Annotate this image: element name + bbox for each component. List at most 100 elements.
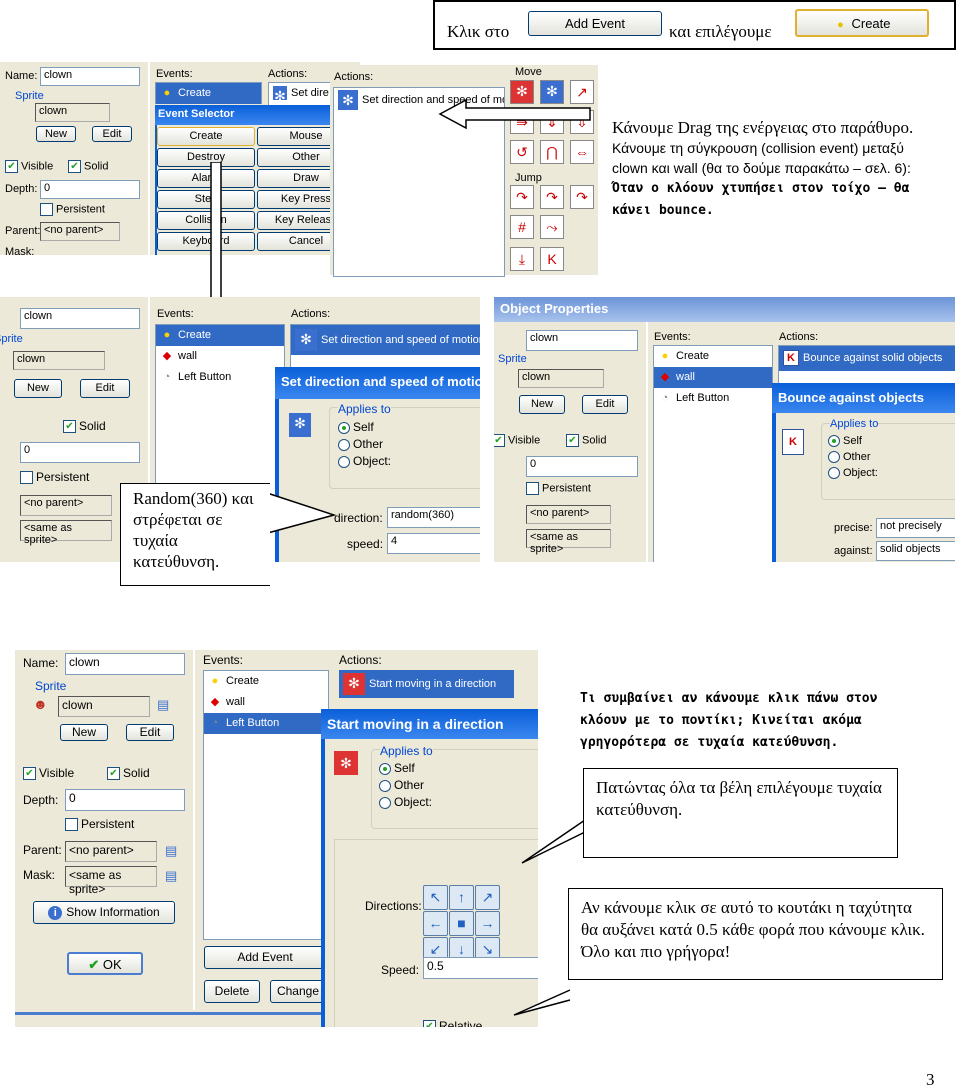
edit-button[interactable]: Edit <box>92 126 132 142</box>
create-label: Create <box>851 16 891 31</box>
direction-left-arrow-icon[interactable]: ← <box>423 911 448 936</box>
object-radio[interactable]: Object: <box>338 454 391 468</box>
add-event-button[interactable]: Add Event <box>204 946 326 969</box>
relative-checkbox[interactable]: ✔ Relative <box>423 1019 482 1027</box>
mask-field[interactable]: <same as sprite> <box>526 529 611 555</box>
event-create[interactable]: ● Create <box>204 671 328 692</box>
direction-right-arrow-icon[interactable]: → <box>475 911 500 936</box>
name-input[interactable]: clown <box>65 653 185 675</box>
precise-select[interactable]: not precisely <box>876 518 955 538</box>
edit-button[interactable]: Edit <box>80 379 130 398</box>
self-radio[interactable]: Self <box>828 435 862 448</box>
sprite-field[interactable]: clown <box>13 351 105 370</box>
self-radio[interactable]: Self <box>379 761 415 775</box>
solid-checkbox[interactable]: ✔ Solid <box>68 160 108 173</box>
persistent-checkbox[interactable]: Persistent <box>20 470 89 485</box>
persistent-checkbox[interactable]: Persistent <box>40 203 105 216</box>
move-action-icon[interactable]: ⤳ <box>540 215 564 239</box>
mask-browse-icon[interactable]: ▤ <box>165 868 177 884</box>
sprite-browse-icon[interactable]: ▤ <box>157 697 169 713</box>
delete-button[interactable]: Delete <box>204 980 260 1003</box>
parent-field[interactable]: <no parent> <box>40 222 120 241</box>
depth-input[interactable]: 0 <box>40 180 140 199</box>
parent-field[interactable]: <no parent> <box>526 505 611 524</box>
depth-input[interactable]: 0 <box>20 442 140 463</box>
direction-up-right-arrow-icon[interactable]: ↗ <box>475 885 500 910</box>
add-event-button[interactable]: Add Event <box>528 11 662 36</box>
new-button[interactable]: New <box>60 724 108 741</box>
create-button[interactable]: ● Create <box>795 9 929 37</box>
action-start-moving[interactable]: ✻ Start moving in a direction <box>339 670 514 698</box>
against-select[interactable]: solid objects <box>876 541 955 561</box>
edit-button[interactable]: Edit <box>126 724 174 741</box>
parent-browse-icon[interactable]: ▤ <box>165 843 177 859</box>
lightbulb-icon: ● <box>163 87 171 100</box>
name-input[interactable]: clown <box>40 67 140 86</box>
new-button[interactable]: New <box>36 126 76 142</box>
solid-checkbox[interactable]: ✔ Solid <box>107 766 150 781</box>
visible-checkbox[interactable]: ✔ Visible <box>23 766 74 781</box>
move-action-icon[interactable]: K <box>540 247 564 271</box>
other-radio[interactable]: Other <box>379 778 424 792</box>
ok-button[interactable]: ✔ OK <box>67 952 143 975</box>
move-action-icon[interactable]: ⤓ <box>510 247 534 271</box>
object-radio[interactable]: Object: <box>828 467 878 480</box>
bounce-icon: K <box>782 429 804 455</box>
sprite-field[interactable]: clown <box>58 696 150 717</box>
solid-checkbox[interactable]: ✔ Solid <box>566 434 606 447</box>
event-create[interactable]: ● Create <box>156 83 261 104</box>
depth-input[interactable]: 0 <box>65 789 185 811</box>
event-wall[interactable]: ◆ wall <box>654 367 772 388</box>
event-left-button[interactable]: ◔ Left Button <box>204 713 328 734</box>
sprite-field[interactable]: clown <box>35 103 110 122</box>
other-radio[interactable]: Other <box>828 451 871 464</box>
visible-checkbox[interactable]: ✔ Visible <box>494 434 540 447</box>
move-action-icon[interactable]: ↷ <box>540 185 564 209</box>
show-information-button[interactable]: i Show Information <box>33 901 175 924</box>
direction-input[interactable]: random(360) <box>387 507 480 528</box>
event-create[interactable]: ● Create <box>654 346 772 367</box>
name-input[interactable]: clown <box>526 330 638 351</box>
depth-input[interactable]: 0 <box>526 456 638 477</box>
move-fixed-icon: ✻ <box>343 673 365 696</box>
action-bounce[interactable]: K Bounce against solid objects <box>779 346 955 371</box>
solid-checkbox[interactable]: ✔ Solid <box>63 419 106 434</box>
mask-field[interactable]: <same as sprite> <box>20 520 112 546</box>
mask-field[interactable]: <same as sprite> <box>65 866 157 896</box>
event-left-button[interactable]: ◔ Left Button <box>156 367 284 388</box>
self-radio[interactable]: Self <box>338 420 374 434</box>
change-button[interactable]: Change <box>270 980 326 1003</box>
event-selector-create-button[interactable]: Create <box>157 127 255 146</box>
move-action-icon[interactable]: ⋂ <box>540 140 564 164</box>
event-left-button[interactable]: ◔ Left Button <box>654 388 772 409</box>
move-action-icon[interactable]: ↷ <box>510 185 534 209</box>
action-item[interactable]: ✻ Set dire <box>269 83 339 104</box>
name-input[interactable]: clown <box>20 308 140 329</box>
direction-up-left-arrow-icon[interactable]: ↖ <box>423 885 448 910</box>
speed-input[interactable]: 4 <box>387 533 480 554</box>
event-wall[interactable]: ◆ wall <box>204 692 328 713</box>
move-action-icon[interactable]: ↺ <box>510 140 534 164</box>
sprite-field[interactable]: clown <box>518 369 604 388</box>
direction-stop-arrow-icon[interactable]: ■ <box>449 911 474 936</box>
parent-field[interactable]: <no parent> <box>20 495 112 516</box>
new-button[interactable]: New <box>519 395 565 414</box>
against-label: against: <box>834 545 873 557</box>
parent-field[interactable]: <no parent> <box>65 841 157 862</box>
edit-button[interactable]: Edit <box>582 395 628 414</box>
persistent-checkbox[interactable]: Persistent <box>65 817 134 832</box>
object-radio[interactable]: Object: <box>379 795 432 809</box>
move-action-icon[interactable]: ⇔ <box>570 140 594 164</box>
checkmark-icon: ✔ <box>88 957 103 972</box>
move-action-icon[interactable]: # <box>510 215 534 239</box>
event-wall[interactable]: ◆ wall <box>156 346 284 367</box>
new-button[interactable]: New <box>14 379 62 398</box>
move-action-icon[interactable]: ↷ <box>570 185 594 209</box>
visible-checkbox[interactable]: ✔ Visible <box>5 160 53 173</box>
divider <box>148 62 150 255</box>
action-set-direction[interactable]: ✻Set direction and speed of motion <box>291 325 480 355</box>
direction-up-arrow-icon[interactable]: ↑ <box>449 885 474 910</box>
other-radio[interactable]: Other <box>338 437 383 451</box>
event-create[interactable]: ● Create <box>156 325 284 346</box>
persistent-checkbox[interactable]: Persistent <box>526 482 591 495</box>
